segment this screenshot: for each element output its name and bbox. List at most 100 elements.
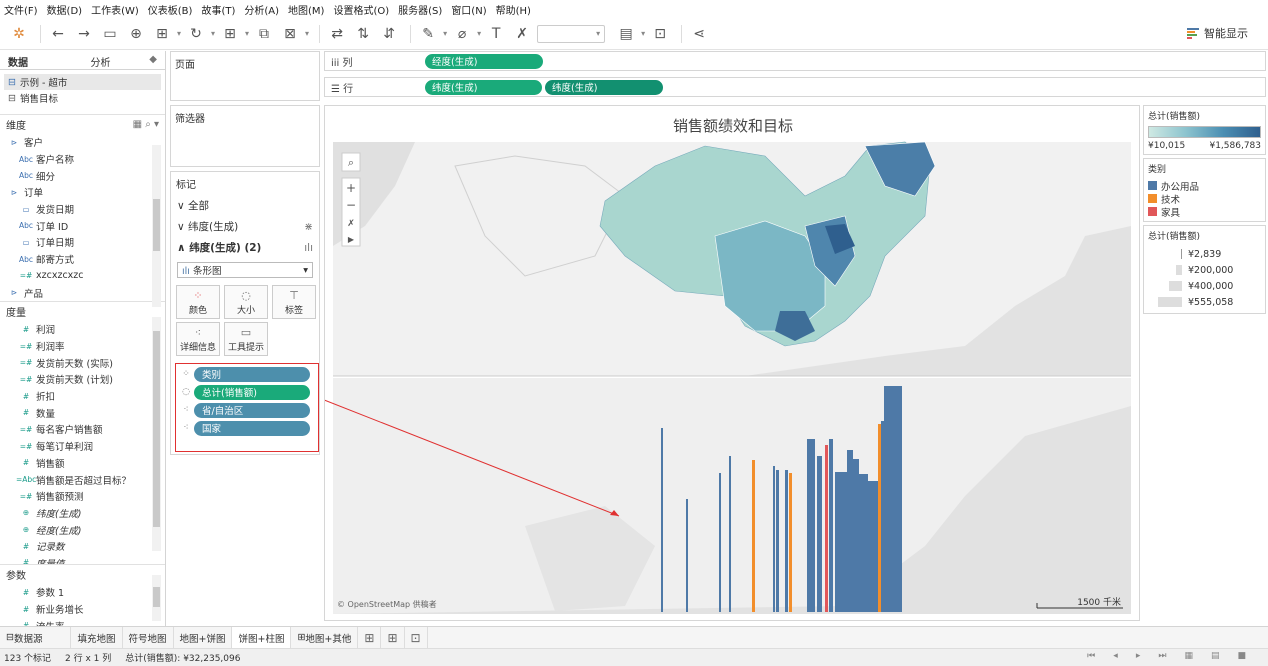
filters-card[interactable]: 筛选器 — [170, 105, 320, 167]
marks-lat2-row[interactable]: ∧ 纬度(生成) (2) ılı — [171, 237, 319, 258]
size-button[interactable]: ◌ 大小 — [224, 285, 268, 319]
category-legend-item[interactable]: 技术 — [1148, 192, 1261, 206]
menu-item[interactable]: 文件(F) — [4, 2, 38, 17]
field-item[interactable]: =Abc 销售额是否超过目标？ — [0, 471, 151, 488]
swap-icon[interactable]: ⇄ — [326, 23, 348, 45]
marks-pill[interactable]: 国家 — [194, 420, 310, 436]
undo-icon[interactable]: ← — [47, 23, 69, 45]
bar-mark[interactable] — [785, 470, 788, 612]
field-item[interactable]: ⊕ 经度(生成) — [0, 521, 151, 538]
category-legend-item[interactable]: 家具 — [1148, 205, 1261, 219]
marks-pill-row[interactable]: ◌ 总计(销售额) — [178, 384, 310, 400]
category-legend[interactable]: 类别 办公用品 技术 家具 — [1143, 158, 1266, 222]
dimensions-scrollbar[interactable] — [152, 145, 161, 307]
bar-mark[interactable] — [835, 472, 849, 612]
bar-mark[interactable] — [686, 499, 688, 612]
field-item[interactable]: =# 销售额预测 — [0, 488, 151, 505]
pause-updates-icon[interactable]: ⊞ — [151, 23, 173, 45]
bar-mark[interactable] — [773, 466, 775, 612]
size-legend-item[interactable]: ¥400,000 — [1148, 278, 1261, 294]
zoom-search-icon[interactable]: ⌕ — [348, 156, 354, 169]
menu-item[interactable]: 故事(T) — [201, 2, 235, 17]
menu-item[interactable]: 数据(D) — [47, 2, 83, 17]
dimensions-tools-icon[interactable]: ▦ ⌕ ▾ — [133, 119, 159, 130]
sheet-tab[interactable]: ⊟ 数据源 — [0, 627, 72, 648]
color-button[interactable]: ⁘ 颜色 — [176, 285, 220, 319]
show-cards-icon[interactable]: ▤ — [615, 23, 637, 45]
menu-item[interactable]: 分析(A) — [244, 2, 279, 17]
presentation-icon[interactable]: ⊡ — [649, 23, 671, 45]
size-legend-item[interactable]: ¥200,000 — [1148, 262, 1261, 278]
sheet-tab[interactable]: 符号地图 — [123, 627, 174, 648]
pages-card[interactable]: 页面 — [170, 51, 320, 101]
rows-shelf[interactable]: ☰ 行 纬度(生成) 纬度(生成) — [324, 77, 1266, 97]
field-item[interactable]: # 记录数 — [0, 538, 151, 555]
menu-item[interactable]: 工作表(W) — [91, 2, 139, 17]
marks-pill[interactable]: 类别 — [194, 366, 310, 382]
share-icon[interactable]: ⋖ — [688, 23, 710, 45]
datasource-item[interactable]: ⊟ 销售目标 — [0, 90, 165, 106]
mark-type-dropdown[interactable]: ılı 条形图 ▾ — [177, 262, 313, 278]
filmstrip-icon[interactable]: ▤ — [1211, 651, 1220, 661]
category-legend-item[interactable]: 办公用品 — [1148, 179, 1261, 193]
tab-analysis[interactable]: 分析 ◆ — [83, 51, 166, 69]
bar-mark[interactable] — [884, 386, 902, 612]
field-item[interactable]: # 数量 — [0, 404, 151, 421]
dropdown-arrow-icon[interactable]: ▾ — [477, 29, 481, 38]
add-datasource-icon[interactable]: ⊕ — [125, 23, 147, 45]
new-dashboard-icon[interactable]: ⊞ — [381, 627, 405, 648]
duplicate-sheet-icon[interactable]: ⧉ — [253, 23, 275, 45]
field-item[interactable]: ⊳ 客户 — [0, 134, 151, 151]
first-sheet-icon[interactable]: ⏮ — [1087, 651, 1095, 661]
menu-item[interactable]: 设置格式(O) — [333, 2, 389, 17]
zoom-in-icon[interactable]: + — [346, 181, 356, 195]
show-labels-icon[interactable]: T — [485, 23, 507, 45]
bar-mark[interactable] — [866, 481, 878, 612]
expand-controls-icon[interactable]: ▶ — [348, 235, 355, 244]
new-story-icon[interactable]: ⊡ — [405, 627, 428, 648]
menu-item[interactable]: 服务器(S) — [398, 2, 442, 17]
tab-menu-icon[interactable]: ◆ — [149, 54, 157, 66]
bar-mark[interactable] — [878, 424, 881, 612]
parameters-scrollbar[interactable] — [152, 575, 161, 621]
dropdown-arrow-icon[interactable]: ▾ — [641, 29, 645, 38]
field-item[interactable]: # 销售额 — [0, 455, 151, 472]
save-icon[interactable]: ▭ — [99, 23, 121, 45]
rows-pill[interactable]: 纬度(生成) — [545, 79, 663, 95]
field-item[interactable]: # 参数 1 — [0, 584, 151, 601]
field-item[interactable]: # 度量值 — [0, 555, 151, 564]
marks-pill[interactable]: 总计(销售额) — [194, 384, 310, 400]
bar-mark[interactable] — [661, 428, 663, 612]
sort-descending-icon[interactable]: ⇵ — [378, 23, 400, 45]
next-sheet-icon[interactable]: ▸ — [1136, 651, 1141, 661]
new-worksheet-icon[interactable]: ⊞ — [358, 627, 382, 648]
menu-item[interactable]: 窗口(N) — [451, 2, 486, 17]
size-legend[interactable]: 总计(销售额) ¥2,839 ¥200,000 ¥400,000 ¥555,058 — [1143, 225, 1266, 314]
field-item[interactable]: Abc 细分 — [0, 167, 151, 184]
field-item[interactable]: ▭ 发货日期 — [0, 201, 151, 218]
highlight-icon[interactable]: ✎ — [417, 23, 439, 45]
redo-icon[interactable]: → — [73, 23, 95, 45]
marks-pill-row[interactable]: ⁖ 国家 — [178, 420, 310, 436]
field-item[interactable]: # 新业务增长 — [0, 601, 151, 618]
field-item[interactable]: Abc 邮寄方式 — [0, 251, 151, 268]
tooltip-button[interactable]: ▭ 工具提示 — [224, 322, 268, 356]
field-item[interactable]: =# 发货前天数 (计划) — [0, 371, 151, 388]
bar-mark[interactable] — [752, 460, 755, 612]
sheet-tab[interactable]: ⊞ 地图+其他 — [291, 627, 359, 648]
map-controls[interactable]: ⌕ + − ✗ ▶ — [341, 152, 361, 247]
bar-mark[interactable] — [807, 439, 815, 612]
columns-pill[interactable]: 经度(生成) — [425, 53, 543, 69]
field-item[interactable]: =# 发货前天数 (实际) — [0, 354, 151, 371]
zoom-out-icon[interactable]: − — [346, 198, 356, 212]
field-item[interactable]: # 折扣 — [0, 388, 151, 405]
bar-mark[interactable] — [817, 456, 822, 612]
marks-pill-row[interactable]: ⁘ 类别 — [178, 366, 310, 382]
marks-pill-row[interactable]: ⁖ 省/自治区 — [178, 402, 310, 418]
bar-mark[interactable] — [853, 459, 859, 612]
bar-mark[interactable] — [847, 450, 853, 612]
tableau-logo-icon[interactable]: ✲ — [8, 23, 30, 45]
measures-scrollbar[interactable] — [152, 317, 161, 551]
field-item[interactable]: ⊕ 纬度(生成) — [0, 505, 151, 522]
dropdown-arrow-icon[interactable]: ▾ — [305, 29, 309, 38]
